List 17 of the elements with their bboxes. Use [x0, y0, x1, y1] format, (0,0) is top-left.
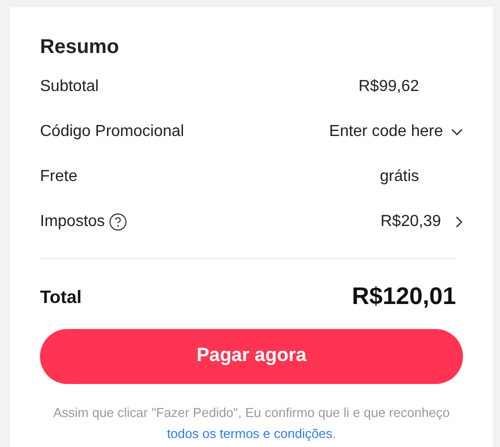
total-label: Total: [40, 286, 82, 308]
row-value: R$99,62: [358, 76, 419, 96]
summary-title: Resumo: [40, 35, 120, 60]
chevron-right-icon: [455, 216, 463, 228]
row-value: grátis: [380, 166, 419, 186]
chevron-down-icon: [451, 128, 463, 136]
promo-code-dropdown[interactable]: Enter code here: [329, 120, 463, 144]
tax-details-link[interactable]: R$20,39: [380, 210, 463, 234]
row-label: Frete: [40, 166, 78, 186]
help-icon: [108, 212, 127, 230]
terms-notice: Assim que clicar "Fazer Pedido", Eu confirmo que li e que reconheço todos os termos e condições.: [52, 404, 451, 443]
row-label: Código Promocional: [40, 122, 184, 142]
pay-now-button[interactable]: Pagar agora: [40, 329, 463, 384]
row-label: Subtotal: [40, 76, 99, 96]
terms-link[interactable]: todos os termos e condições: [166, 426, 332, 441]
total-amount: R$120,01: [352, 282, 456, 312]
row-label: Impostos: [40, 212, 105, 232]
